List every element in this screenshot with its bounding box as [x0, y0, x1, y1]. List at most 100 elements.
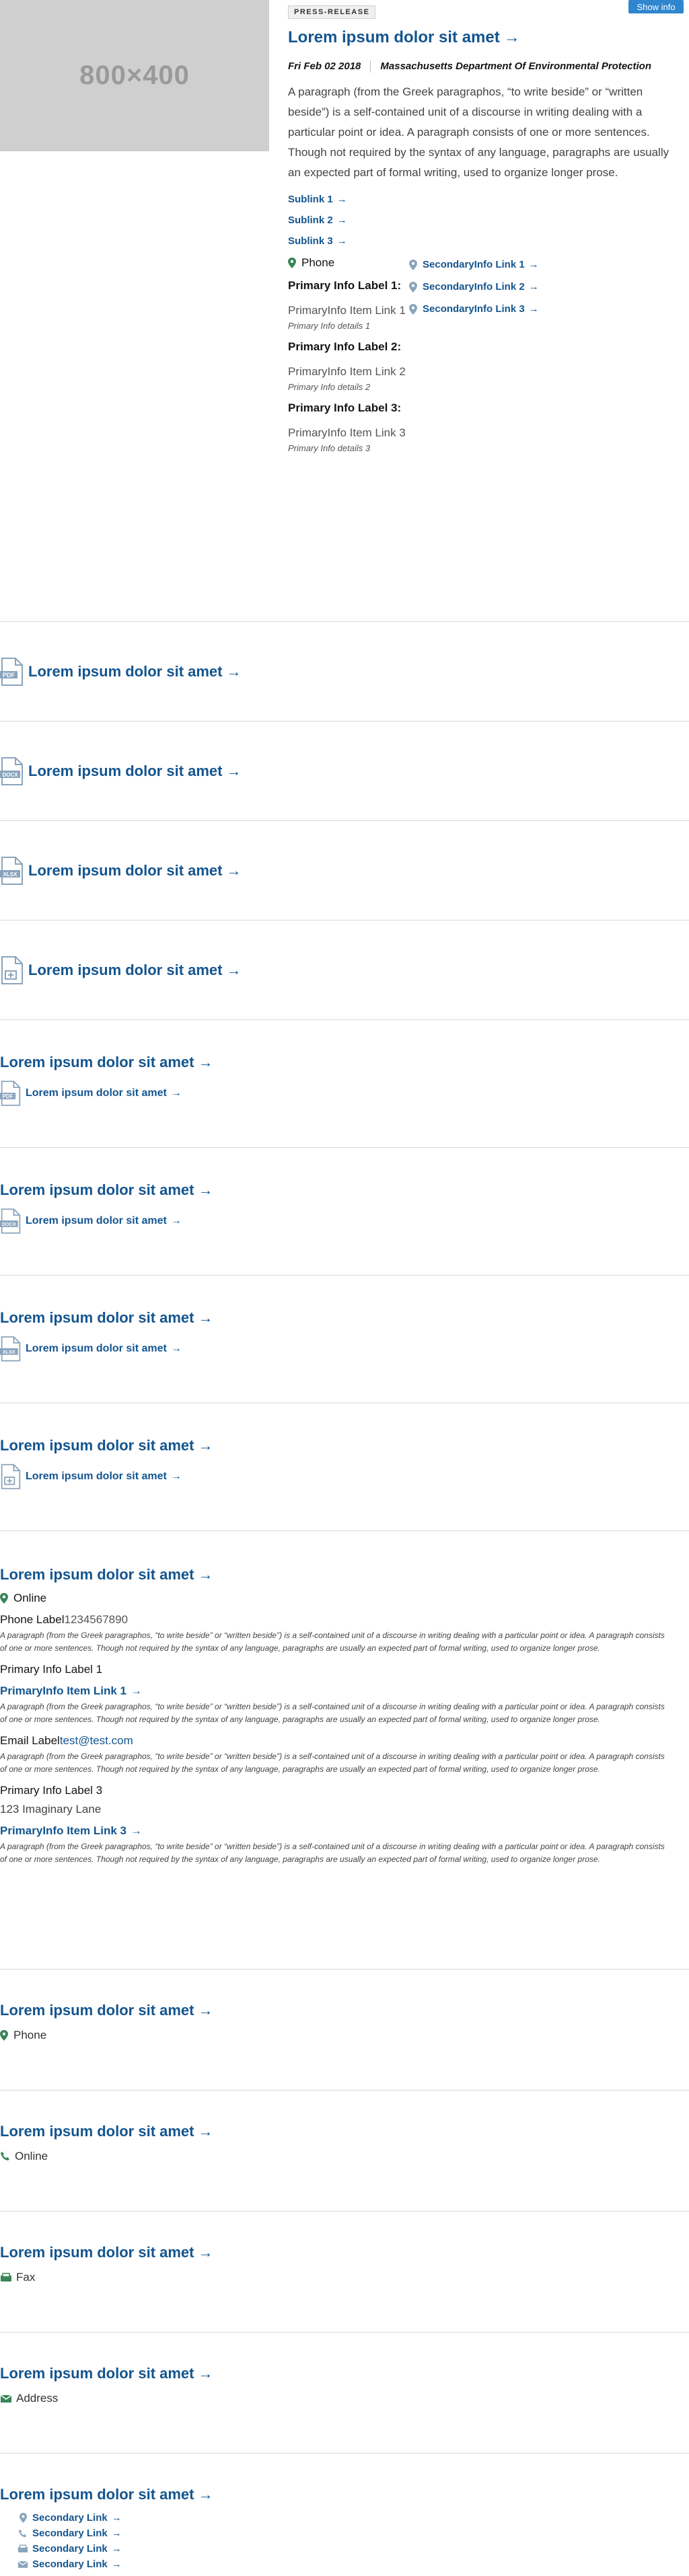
detail-block: Lorem ipsum dolor sit amet → Online Phone…	[0, 1531, 689, 1969]
arrow-icon: →	[198, 1309, 213, 1326]
arrow-icon: →	[528, 259, 539, 271]
email-link[interactable]: test@test.com	[60, 1734, 133, 1747]
arrow-icon: →	[198, 2365, 213, 2382]
contact-title-link[interactable]: Lorem ipsum dolor sit amet →	[0, 2002, 689, 2019]
generic-file-icon	[1, 955, 23, 984]
primary-info-label-3: Primary Info Label 3:	[288, 401, 402, 415]
primary-info-label-1: Primary Info Label 1	[0, 1663, 103, 1676]
primary-info-details-3: Primary Info details 3	[288, 443, 371, 454]
arrow-icon: →	[198, 2002, 213, 2019]
arrow-icon: →	[111, 2559, 122, 2570]
address: 123 Imaginary Lane	[0, 1803, 102, 1816]
phone-row: Phone Label1234567890	[0, 1613, 689, 1627]
primary-info-label-2: Primary Info Label 2:	[288, 340, 402, 354]
press-release-card: 800×400 Show info PRESS-RELEASE Lorem ip…	[0, 0, 689, 622]
contact-title-link[interactable]: Lorem ipsum dolor sit amet →	[0, 2123, 689, 2140]
fax-icon	[1, 2273, 11, 2281]
sub-row-file-link[interactable]: Lorem ipsum dolor sit amet →	[26, 1343, 182, 1355]
svg-text:XLSX: XLSX	[3, 871, 18, 877]
category-tag: PRESS-RELEASE	[288, 5, 376, 19]
sub-row-title-link[interactable]: Lorem ipsum dolor sit amet →	[0, 1437, 689, 1454]
sub-row-file: DOCX Lorem ipsum dolor sit amet →	[0, 1208, 689, 1234]
phone-icon	[1, 2152, 9, 2160]
primary-info-label-1: Primary Info Label 1:	[288, 279, 402, 292]
arrow-icon: →	[198, 2244, 213, 2261]
contact-title-link[interactable]: Lorem ipsum dolor sit amet →	[0, 2244, 689, 2261]
card-meta: Fri Feb 02 2018 Massachusetts Department …	[288, 61, 681, 73]
secondary-info: SecondaryInfo Link 1 → SecondaryInfo Link…	[409, 256, 681, 453]
card-title-link[interactable]: Lorem ipsum dolor sit amet →	[288, 28, 681, 47]
sub-row-title-link[interactable]: Lorem ipsum dolor sit amet →	[0, 1309, 689, 1327]
sublinks: Sublink 1 → Sublink 2 → Sublink 3 →	[288, 194, 681, 247]
sub-row-title-link[interactable]: Lorem ipsum dolor sit amet →	[0, 1181, 689, 1199]
secondary-link-1[interactable]: Secondary Link →	[16, 2510, 689, 2526]
secondary-link-4[interactable]: Secondary Link →	[16, 2557, 689, 2572]
sub-row-file-link[interactable]: Lorem ipsum dolor sit amet →	[26, 1471, 182, 1483]
primary-info-item-link-1[interactable]: PrimaryInfo Item Link 1 →	[0, 1684, 689, 1698]
map-pin-icon	[19, 2513, 27, 2523]
arrow-icon: →	[198, 2486, 213, 2503]
pdf-file-icon: PDF	[0, 1081, 21, 1106]
contact-item: Online	[0, 2150, 689, 2163]
secondary-info-link-1[interactable]: SecondaryInfo Link 1 →	[409, 259, 539, 270]
primary-info-label-3: Primary Info Label 3	[0, 1784, 103, 1797]
phone-value: 1234567890	[64, 1613, 129, 1626]
detail-paragraph: A paragraph (from the Greek paragraphos,…	[0, 1752, 665, 1774]
doc-title-link[interactable]: Lorem ipsum dolor sit amet →	[28, 862, 242, 880]
sub-row-file-link[interactable]: Lorem ipsum dolor sit amet →	[26, 1087, 182, 1099]
sublink-2[interactable]: Sublink 2 →	[288, 214, 681, 226]
sub-row-file-link[interactable]: Lorem ipsum dolor sit amet →	[26, 1215, 182, 1227]
sublink-1[interactable]: Sublink 1 →	[288, 194, 681, 205]
sublink-3[interactable]: Sublink 3 →	[288, 235, 681, 247]
docx-file-icon: DOCX	[0, 756, 23, 785]
sub-row-file: Lorem ipsum dolor sit amet →	[0, 1464, 689, 1489]
primary-info-item-2: PrimaryInfo Item Link 2	[288, 365, 406, 379]
primary-info-item-link-3[interactable]: PrimaryInfo Item Link 3 →	[0, 1824, 689, 1838]
primary-info: Phone Primary Info Label 1: PrimaryInfo …	[288, 256, 409, 453]
arrow-icon: →	[111, 2512, 122, 2524]
secondary-links-block: Lorem ipsum dolor sit amet → Secondary Li…	[0, 2454, 689, 2570]
arrow-icon: →	[528, 281, 539, 293]
doc-row-xlsx: XLSX Lorem ipsum dolor sit amet →	[0, 821, 689, 921]
map-pin-icon	[288, 258, 296, 269]
envelope-icon	[17, 2561, 28, 2568]
doc-title-link[interactable]: Lorem ipsum dolor sit amet →	[28, 663, 242, 680]
arrow-icon: →	[131, 1684, 142, 1697]
arrow-icon: →	[111, 2528, 122, 2539]
generic-file-icon	[1, 1464, 21, 1489]
secondary-info-link-2[interactable]: SecondaryInfo Link 2 →	[409, 281, 539, 292]
arrow-icon: →	[198, 1437, 213, 1454]
phone-heading: Phone	[288, 256, 409, 270]
doc-row-pdf: PDF Lorem ipsum dolor sit amet →	[0, 622, 689, 721]
last-title-link[interactable]: Lorem ipsum dolor sit amet →	[0, 2486, 689, 2503]
sub-row-xlsx: Lorem ipsum dolor sit amet → XLSX Lorem i…	[0, 1276, 689, 1403]
xlsx-file-icon: XLSX	[0, 856, 23, 885]
map-pin-icon	[409, 281, 417, 292]
phone-label: Phone Label	[0, 1613, 65, 1626]
detail-title-link[interactable]: Lorem ipsum dolor sit amet →	[0, 1566, 689, 1584]
secondary-link-2[interactable]: Secondary Link →	[16, 2526, 689, 2541]
secondary-link-list: Secondary Link → Secondary Link → Secondar…	[0, 2510, 689, 2572]
card-paragraph: A paragraph (from the Greek paragraphos,…	[288, 85, 669, 180]
arrow-icon: →	[111, 2543, 122, 2554]
arrow-icon: →	[170, 1215, 182, 1226]
phone-icon	[18, 2529, 27, 2537]
contact-title-link[interactable]: Lorem ipsum dolor sit amet →	[0, 2365, 689, 2382]
doc-title-link[interactable]: Lorem ipsum dolor sit amet →	[28, 763, 242, 780]
detail-paragraph: A paragraph (from the Greek paragraphos,…	[0, 1702, 665, 1724]
email-label: Email Label	[0, 1734, 60, 1747]
contact-row-1: Lorem ipsum dolor sit amet → Phone	[0, 1969, 689, 2091]
secondary-info-link-3[interactable]: SecondaryInfo Link 3 →	[409, 303, 539, 315]
svg-text:DOCX: DOCX	[2, 772, 18, 778]
sub-row-title-link[interactable]: Lorem ipsum dolor sit amet →	[0, 1054, 689, 1071]
online-heading: Online	[0, 1592, 689, 1605]
card-content: PRESS-RELEASE Lorem ipsum dolor sit amet…	[288, 5, 681, 453]
svg-text:PDF: PDF	[3, 1093, 13, 1099]
primary-info-item-3: PrimaryInfo Item Link 3	[288, 426, 406, 440]
doc-title-link[interactable]: Lorem ipsum dolor sit amet →	[28, 962, 242, 979]
detail-paragraph: A paragraph (from the Greek paragraphos,…	[0, 1842, 665, 1864]
secondary-link-3[interactable]: Secondary Link →	[16, 2541, 689, 2557]
contact-item: Address	[0, 2392, 689, 2405]
contact-row-4: Lorem ipsum dolor sit amet → Address	[0, 2333, 689, 2454]
arrow-icon: →	[198, 1566, 213, 1583]
